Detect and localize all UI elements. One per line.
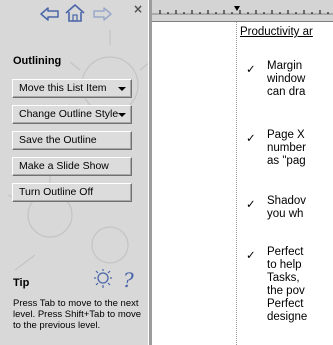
list-item-line: Page X xyxy=(267,129,305,141)
list-item[interactable]: Page X number as "pag xyxy=(267,129,306,168)
home-icon[interactable] xyxy=(64,3,86,23)
list-item-line: Perfect xyxy=(267,298,304,310)
close-icon[interactable]: × xyxy=(133,3,143,15)
back-arrow-icon[interactable] xyxy=(40,6,60,22)
list-item[interactable]: Margin window can dra xyxy=(267,60,305,99)
document-area[interactable]: Productivity ar ✓ Margin window can dra … xyxy=(152,0,333,345)
tip-title: Tip xyxy=(13,277,30,289)
checkmark-bullet-icon: ✓ xyxy=(246,248,256,262)
make-slide-show-button[interactable]: Make a Slide Show xyxy=(12,157,132,176)
ruler[interactable] xyxy=(152,0,333,22)
list-item[interactable]: Perfect to help Tasks, the pov Perfect d… xyxy=(267,246,307,324)
tip-icons: ? xyxy=(91,268,141,295)
checkmark-bullet-icon: ✓ xyxy=(246,131,256,145)
list-item-line: window xyxy=(267,73,306,85)
list-item-line: can dra xyxy=(267,86,306,98)
move-list-item-button[interactable]: Move this List Item xyxy=(12,79,132,98)
help-question-icon[interactable]: ? xyxy=(123,268,134,292)
checkmark-bullet-icon: ✓ xyxy=(246,62,256,76)
save-outline-button[interactable]: Save the Outline xyxy=(12,131,132,150)
list-item-line: the pov xyxy=(267,285,305,297)
button-label: Make a Slide Show xyxy=(19,160,109,172)
list-item-line: Shadov xyxy=(267,195,307,207)
panel-navbar: × xyxy=(0,0,148,30)
change-outline-style-button[interactable]: Change Outline Style xyxy=(12,105,132,124)
turn-outline-off-button[interactable]: Turn Outline Off xyxy=(12,183,132,202)
list-item-line: as "pag xyxy=(267,155,306,167)
list-item-line: designe xyxy=(267,311,308,323)
list-item-line: Perfect xyxy=(267,246,304,258)
list-item-line: to help xyxy=(267,259,302,271)
list-item-line: Tasks, xyxy=(267,272,300,284)
list-item-line: number xyxy=(267,142,306,154)
chevron-down-icon xyxy=(118,87,126,91)
button-label: Save the Outline xyxy=(19,134,97,146)
document-heading: Productivity ar xyxy=(240,26,313,38)
chevron-down-icon xyxy=(118,113,126,117)
button-label: Move this List Item xyxy=(19,82,107,94)
button-label: Change Outline Style xyxy=(19,108,119,120)
list-item-line: you wh xyxy=(267,208,304,220)
section-title: Outlining xyxy=(13,55,62,67)
lightbulb-icon[interactable] xyxy=(94,269,112,288)
list-item-line: Margin xyxy=(267,60,303,72)
left-margin-guide xyxy=(236,22,237,345)
list-item[interactable]: Shadov you wh xyxy=(267,195,306,221)
button-label: Turn Outline Off xyxy=(19,186,94,198)
checkmark-bullet-icon: ✓ xyxy=(246,197,256,211)
forward-arrow-icon[interactable] xyxy=(92,6,112,22)
perfectexpert-panel: × Outlining Move this List Item Change O… xyxy=(0,0,148,345)
tip-text: Press Tab to move to the next level. Pre… xyxy=(13,298,142,331)
